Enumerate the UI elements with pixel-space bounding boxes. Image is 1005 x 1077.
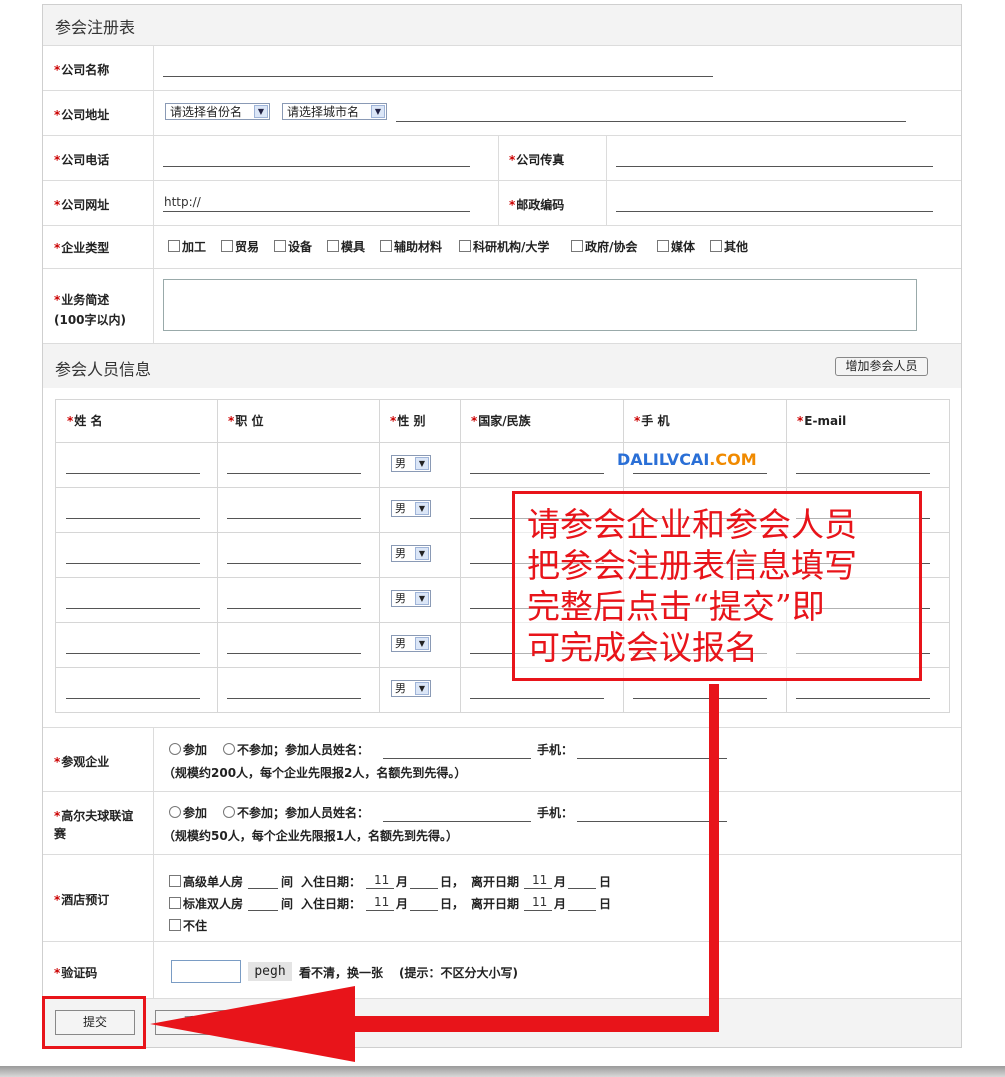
arrow-shape <box>150 684 719 1062</box>
annotation-arrow <box>150 684 719 1062</box>
